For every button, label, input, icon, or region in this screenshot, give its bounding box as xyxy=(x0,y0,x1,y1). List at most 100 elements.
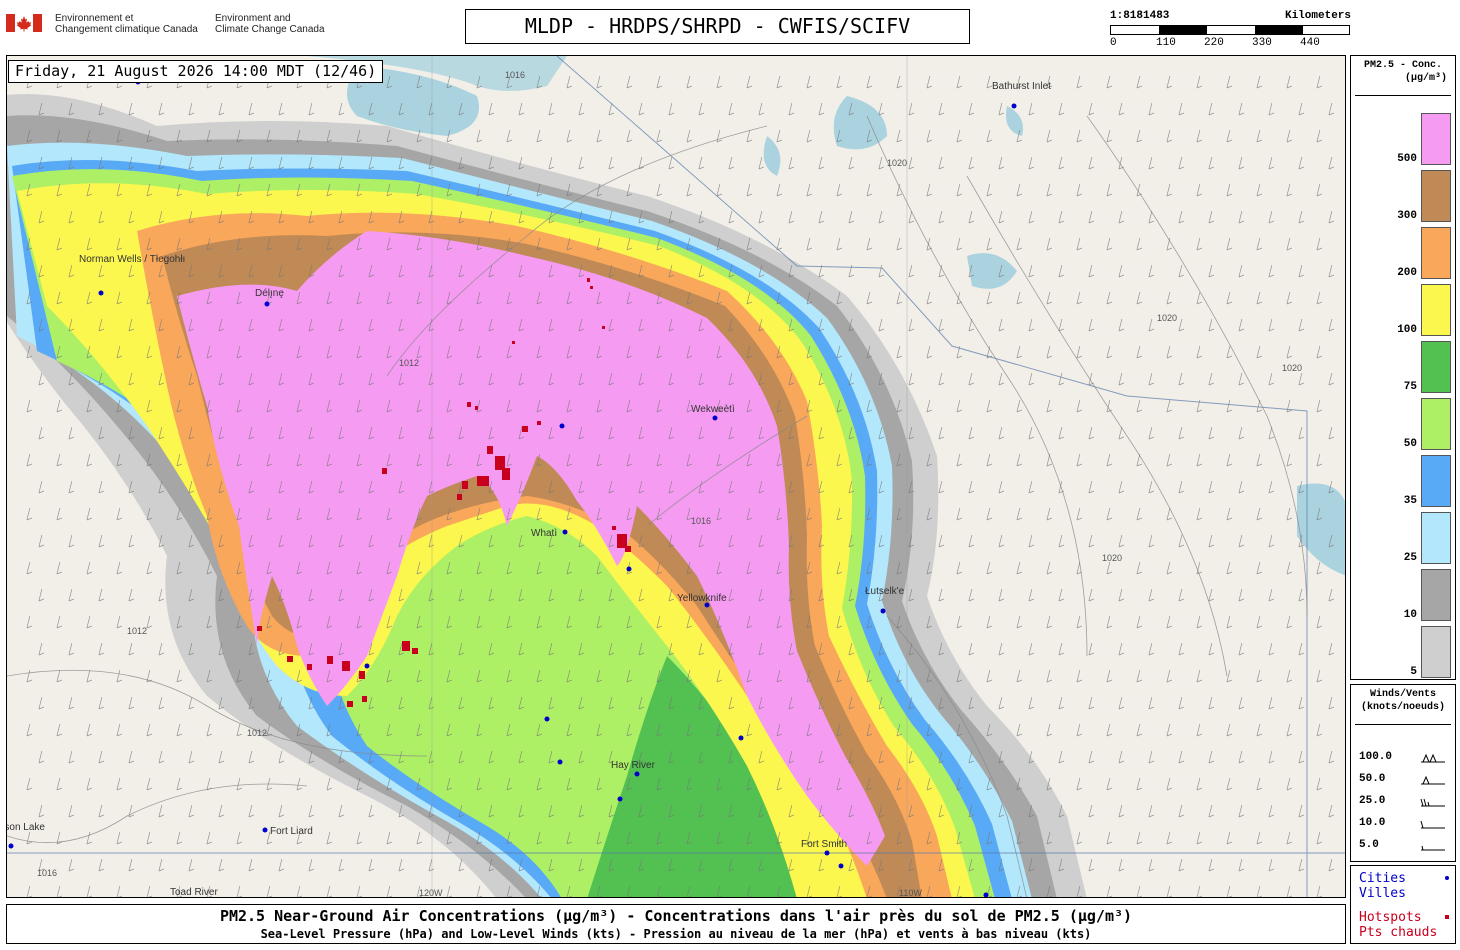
gov-name-en-line1: Environment and xyxy=(215,13,291,24)
wind-legend-row: 10.0 xyxy=(1359,817,1449,831)
svg-text:1016: 1016 xyxy=(691,516,711,526)
wind-legend-title-2: (knots/noeuds) xyxy=(1360,702,1445,713)
svg-text:110W: 110W xyxy=(899,888,922,898)
map-canvas[interactable]: 1016 1012 1016 1012 1012 1016 1020 1020 … xyxy=(7,56,1346,898)
svg-text:Norman Wells / Tłegohłı: Norman Wells / Tłegohłı xyxy=(79,254,185,265)
pm25-swatch xyxy=(1421,113,1451,165)
wind-speed-label: 100.0 xyxy=(1359,751,1393,763)
scale-unit: Kilometers xyxy=(1284,10,1351,22)
svg-text:Bathurst Inlet: Bathurst Inlet xyxy=(992,81,1051,92)
svg-text:Whatì: Whatì xyxy=(531,528,557,539)
svg-text:120W: 120W xyxy=(419,888,443,898)
pm25-swatch xyxy=(1421,170,1451,222)
gov-name-en-line2: Climate Change Canada xyxy=(215,24,325,35)
city-toad-river[interactable]: Toad River xyxy=(170,887,218,898)
svg-text:Fort Liard: Fort Liard xyxy=(270,826,313,837)
wind-legend-title-1: Winds/Vents xyxy=(1369,689,1436,700)
svg-text:1020: 1020 xyxy=(1282,363,1302,373)
svg-text:Wekweètì: Wekweètì xyxy=(691,404,735,415)
scale-ratio: 1:8181483 xyxy=(1110,10,1170,22)
pm25-level-value: 50 xyxy=(1403,438,1417,450)
wind-speed-label: 5.0 xyxy=(1359,839,1379,851)
svg-text:1012: 1012 xyxy=(127,626,147,636)
svg-text:1016: 1016 xyxy=(37,868,57,878)
scale-bar: 1:8181483 Kilometers 0 110 220 330 440 xyxy=(1108,10,1353,52)
canada-flag-icon xyxy=(6,14,42,32)
wind-barb-icon xyxy=(1421,845,1445,851)
wind-legend: Winds/Vents (knots/noeuds) 100.0 50.0 25.0… xyxy=(1350,684,1456,862)
svg-text:Fort Smith: Fort Smith xyxy=(801,839,847,850)
svg-text:1016: 1016 xyxy=(505,70,525,80)
pm25-level-value: 75 xyxy=(1403,381,1417,393)
city-fort-liard[interactable]: Fort Liard xyxy=(262,826,313,837)
pm25-level-value: 5 xyxy=(1410,666,1417,678)
pm25-swatch xyxy=(1421,626,1451,678)
pm25-level-value: 200 xyxy=(1397,267,1417,279)
gov-name-fr-line1: Environnement et xyxy=(55,13,134,24)
svg-text:1012: 1012 xyxy=(399,358,419,368)
legend-cities-fr: Villes xyxy=(1359,886,1406,901)
footer-caption: PM2.5 Near-Ground Air Concentrations (µg… xyxy=(6,904,1346,944)
pm25-swatch xyxy=(1421,398,1451,450)
scale-bar-graphic xyxy=(1110,25,1350,35)
pm25-swatch xyxy=(1421,455,1451,507)
svg-text:Yellowknife: Yellowknife xyxy=(677,593,727,604)
product-title: MLDP - HRDPS/SHRPD - CWFIS/SCIFV xyxy=(465,9,970,44)
hotspot-square-icon xyxy=(1445,915,1449,919)
wind-barb-icon xyxy=(1420,798,1445,807)
city-dot-icon xyxy=(1445,876,1449,880)
scale-tick: 110 xyxy=(1156,37,1176,49)
pm25-level-value: 35 xyxy=(1403,495,1417,507)
wind-speed-label: 25.0 xyxy=(1359,795,1386,807)
pm25-legend-title: PM2.5 - Conc. (µg/m³) xyxy=(1351,59,1455,85)
pm25-swatch xyxy=(1421,341,1451,393)
wind-legend-row: 50.0 xyxy=(1359,773,1449,787)
wind-barb-icon xyxy=(1420,820,1445,829)
svg-text:1020: 1020 xyxy=(1102,553,1122,563)
poi-legend: Cities Villes Hotspots Pts chauds xyxy=(1350,865,1456,944)
pm25-legend: PM2.5 - Conc. (µg/m³) 500 300 200 100 75 50 35… xyxy=(1350,55,1456,680)
wind-speed-label: 50.0 xyxy=(1359,773,1386,785)
scale-tick: 440 xyxy=(1300,37,1320,49)
wind-speed-label: 10.0 xyxy=(1359,817,1386,829)
svg-text:Łutselk'e: Łutselk'e xyxy=(865,586,905,597)
header: Environnement et Changement climatique C… xyxy=(0,0,1460,52)
wind-legend-title: Winds/Vents (knots/noeuds) xyxy=(1351,688,1455,714)
map-view[interactable]: 1016 1012 1016 1012 1012 1016 1020 1020 … xyxy=(6,55,1346,898)
legend-hotspots-en: Hotspots xyxy=(1359,910,1451,925)
scale-tick: 330 xyxy=(1252,37,1272,49)
caption-line-1: PM2.5 Near-Ground Air Concentrations (µg… xyxy=(219,907,1133,925)
pm25-legend-units: (µg/m³) xyxy=(1404,73,1447,84)
wind-barb-icon xyxy=(1421,753,1445,763)
svg-text:1020: 1020 xyxy=(1157,313,1177,323)
wind-barb-icon xyxy=(1421,775,1445,785)
wind-legend-row: 25.0 xyxy=(1359,795,1449,809)
legend-hotspots-fr: Pts chauds xyxy=(1359,925,1438,940)
forecast-timestamp: Friday, 21 August 2026 14:00 MDT (12/46) xyxy=(8,60,384,83)
svg-text:1012: 1012 xyxy=(247,728,267,738)
svg-text:Toad River: Toad River xyxy=(170,887,218,898)
wind-legend-row: 100.0 xyxy=(1359,751,1449,765)
scale-tick: 220 xyxy=(1204,37,1224,49)
pm25-swatch xyxy=(1421,512,1451,564)
wind-legend-row: 5.0 xyxy=(1359,839,1449,853)
svg-text:Watson Lake: Watson Lake xyxy=(7,822,45,833)
city-watson-lake[interactable]: Watson Lake xyxy=(7,822,45,849)
pm25-level-value: 500 xyxy=(1397,153,1417,165)
pm25-level-value: 100 xyxy=(1397,324,1417,336)
svg-text:Hay River: Hay River xyxy=(611,760,656,771)
pm25-level-value: 300 xyxy=(1397,210,1417,222)
pm25-swatch xyxy=(1421,569,1451,621)
scale-tick: 0 xyxy=(1110,37,1117,49)
svg-text:1020: 1020 xyxy=(887,158,907,168)
pm25-swatch xyxy=(1421,284,1451,336)
pm25-level-value: 10 xyxy=(1403,609,1417,621)
pm25-level-value: 25 xyxy=(1403,552,1417,564)
city-bathurst-inlet[interactable]: Bathurst Inlet xyxy=(992,81,1051,109)
pm25-legend-title-text: PM2.5 - Conc. xyxy=(1363,60,1442,71)
caption-line-2: Sea-Level Pressure (hPa) and Low-Level W… xyxy=(260,927,1092,941)
pm25-swatch xyxy=(1421,227,1451,279)
gov-name-fr-line2: Changement climatique Canada xyxy=(55,24,198,35)
svg-text:Délı̨nę: Délı̨nę xyxy=(255,288,284,299)
legend-cities-en: Cities xyxy=(1359,871,1451,886)
